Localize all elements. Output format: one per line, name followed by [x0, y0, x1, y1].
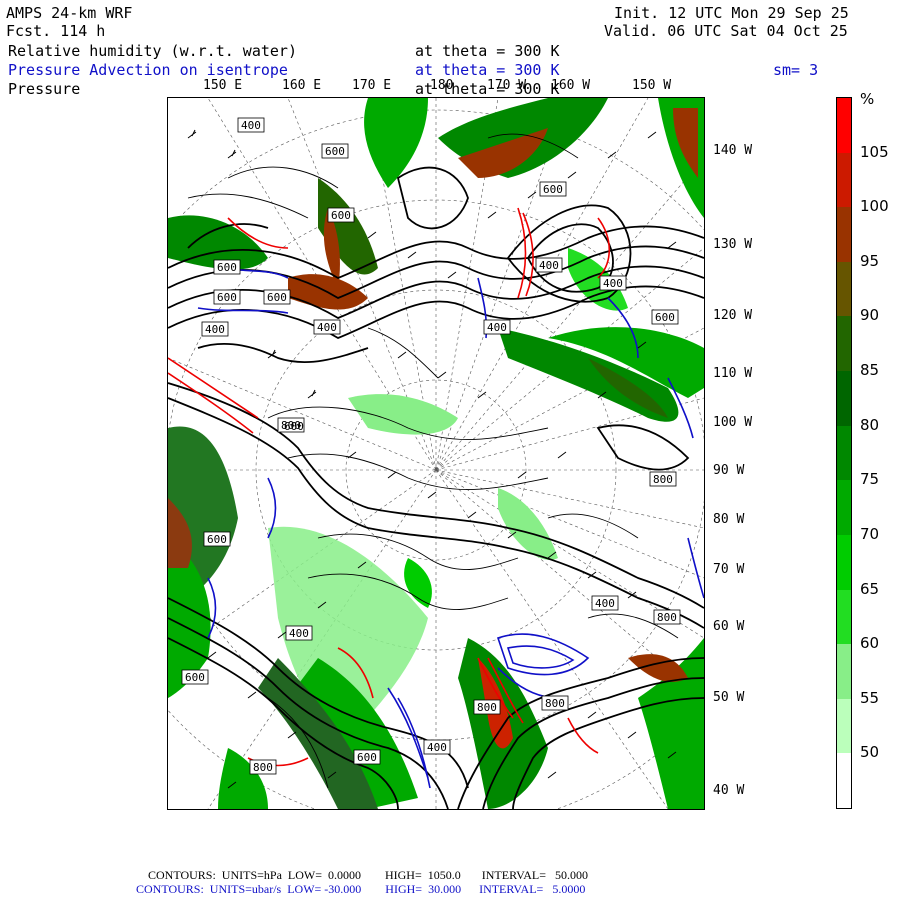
contour-label: 600: [207, 533, 227, 546]
colorbar-swatch: [837, 425, 851, 481]
colorbar-tick-label: 80: [860, 415, 880, 434]
edge-lon-label: 100 W: [713, 415, 753, 430]
lon-label: 170 E: [352, 78, 392, 93]
contour-label: 600: [357, 751, 377, 764]
valid-time: Valid. 06 UTC Sat 04 Oct 25: [604, 22, 848, 40]
colorbar-tick-label: 95: [860, 251, 880, 270]
edge-lon-label: 110 W: [713, 366, 753, 381]
colorbar-unit: %: [860, 90, 875, 108]
contour-label: 400: [289, 627, 309, 640]
contour-label: 400: [241, 119, 261, 132]
colorbar-swatch: [837, 207, 851, 263]
colorbar-tick-label: 55: [860, 688, 880, 707]
colorbar-tick-label: 65: [860, 579, 880, 598]
edge-lon-label: 140 W: [713, 143, 753, 158]
contour-label: 800: [657, 611, 677, 624]
colorbar-tick-label: 70: [860, 524, 880, 543]
contour-label: 400: [595, 597, 615, 610]
colorbar: [836, 97, 852, 809]
colorbar-swatch: [837, 644, 851, 700]
colorbar-swatch: [837, 589, 851, 645]
lon-label: 180: [430, 78, 454, 93]
colorbar-swatch: [837, 152, 851, 208]
contour-label: 600: [543, 183, 563, 196]
contour-label: 600: [267, 291, 287, 304]
colorbar-swatch: [837, 371, 851, 427]
contour-label: 600: [185, 671, 205, 684]
contour-label: 600: [217, 261, 237, 274]
contour-labels: 400 600 600 600 600 400 600 400 400 600 …: [181, 117, 681, 775]
edge-lon-label: 120 W: [713, 308, 753, 323]
field1-level: at theta = 300 K: [415, 42, 560, 60]
lon-label: 160 E: [282, 78, 322, 93]
edge-lon-label: 90 W: [713, 463, 745, 478]
contour-label: 400: [317, 321, 337, 334]
colorbar-tick-label: 85: [860, 361, 880, 380]
contour-label: 400: [539, 259, 559, 272]
field2-smoothing: sm= 3: [773, 61, 819, 79]
contour-label: 600: [325, 145, 345, 158]
colorbar-swatch: [837, 98, 851, 154]
footer-contours-pressure: CONTOURS: UNITS=hPa LOW= 0.0000 HIGH= 10…: [148, 868, 588, 882]
contour-label: 400: [205, 323, 225, 336]
contour-label: 800: [253, 761, 273, 774]
colorbar-tick-label: 105: [860, 142, 889, 161]
contour-label: 800: [477, 701, 497, 714]
contour-label: 600: [217, 291, 237, 304]
lon-label: 150 W: [632, 78, 672, 93]
field2-label: Pressure Advection on isentrope: [8, 61, 288, 79]
colorbar-tick-label: 50: [860, 743, 880, 762]
lon-label: 160 W: [551, 78, 591, 93]
colorbar-swatch: [837, 698, 851, 754]
contour-label: 600: [655, 311, 675, 324]
contour-label: 400: [603, 277, 623, 290]
field3-label: Pressure: [8, 80, 81, 98]
colorbar-swatch: [837, 316, 851, 372]
field1-label: Relative humidity (w.r.t. water): [8, 42, 297, 60]
colorbar-tick-label: 100: [860, 197, 889, 216]
colorbar-tick-label: 90: [860, 306, 880, 325]
edge-lon-label: 80 W: [713, 512, 745, 527]
colorbar-swatch: [837, 753, 851, 809]
colorbar-swatch: [837, 480, 851, 536]
edge-lon-label: 70 W: [713, 562, 745, 577]
contour-label: 600: [284, 420, 304, 433]
contour-label: 800: [545, 697, 565, 710]
weather-map: 400 600 600 600 600 400 600 400 400 600 …: [75, 97, 797, 831]
map-svg: 400 600 600 600 600 400 600 400 400 600 …: [75, 97, 797, 831]
edge-lon-label: 60 W: [713, 619, 745, 634]
lon-label: 170 W: [487, 78, 527, 93]
lon-label: 150 E: [203, 78, 243, 93]
edge-lon-label: 50 W: [713, 690, 745, 705]
init-time: Init. 12 UTC Mon 29 Sep 25: [614, 4, 849, 22]
contour-label: 800: [653, 473, 673, 486]
contour-label: 600: [331, 209, 351, 222]
contour-label: 400: [427, 741, 447, 754]
colorbar-tick-label: 75: [860, 470, 880, 489]
colorbar-swatch: [837, 261, 851, 317]
edge-lon-label: 40 W: [713, 783, 745, 798]
edge-lon-label: 130 W: [713, 237, 753, 252]
field2-level: at theta = 300 K: [415, 61, 560, 79]
footer-contours-advection: CONTOURS: UNITS=ubar/s LOW= -30.000 HIGH…: [136, 882, 586, 896]
model-title: AMPS 24-km WRF: [6, 4, 133, 22]
colorbar-tick-label: 60: [860, 634, 880, 653]
contour-label-box: 400: [237, 117, 265, 133]
contour-label: 400: [487, 321, 507, 334]
colorbar-swatch: [837, 534, 851, 591]
forecast-hour: Fcst. 114 h: [6, 22, 106, 40]
graticule: [75, 97, 797, 831]
